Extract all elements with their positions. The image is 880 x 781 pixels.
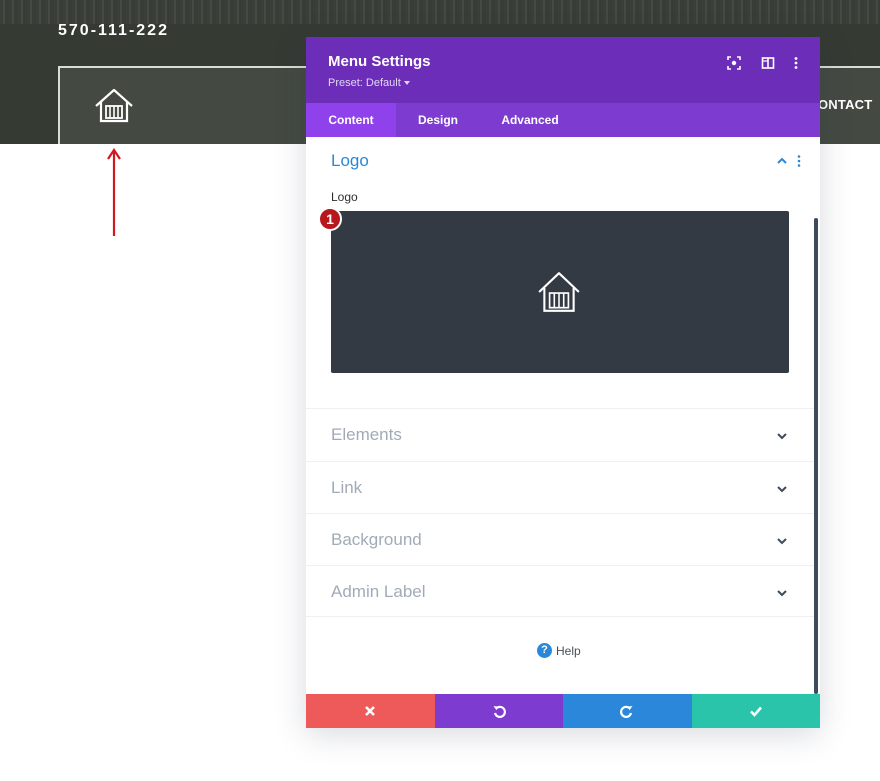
help-label: Help: [556, 644, 581, 658]
chevron-up-icon[interactable]: [776, 156, 788, 166]
toggle-label: Admin Label: [331, 582, 426, 601]
help-icon: ?: [537, 643, 552, 658]
save-button[interactable]: [691, 694, 820, 728]
menu-settings-modal: Menu Settings Preset: Default Content De…: [306, 37, 820, 728]
modal-header: Menu Settings Preset: Default: [306, 37, 820, 103]
checkmark-icon: [749, 706, 762, 717]
tab-advanced[interactable]: Advanced: [492, 103, 568, 137]
toggle-link[interactable]: Link: [306, 461, 814, 513]
cancel-button[interactable]: [306, 694, 435, 728]
modal-footer: [306, 694, 820, 728]
toggle-label: Elements: [331, 425, 402, 444]
section-title-logo[interactable]: Logo: [331, 151, 369, 171]
chevron-down-icon: [777, 486, 787, 493]
close-icon: [365, 706, 375, 716]
tab-content[interactable]: Content: [306, 103, 396, 137]
section-options-icon[interactable]: [796, 154, 802, 168]
scrollbar[interactable]: [814, 218, 818, 694]
toggle-background[interactable]: Background: [306, 513, 814, 565]
redo-button[interactable]: [563, 694, 692, 728]
toggle-admin-label[interactable]: Admin Label: [306, 565, 814, 617]
undo-button[interactable]: [434, 694, 563, 728]
site-texture-strip: [0, 0, 880, 24]
step-badge: 1: [318, 207, 342, 231]
undo-icon: [493, 705, 506, 718]
house-logo-icon: [95, 88, 133, 123]
redo-icon: [620, 705, 633, 718]
nav-item-contact[interactable]: ONTACT: [818, 97, 872, 112]
chevron-down-icon: [777, 433, 787, 440]
toggle-label: Background: [331, 530, 422, 549]
toggle-elements[interactable]: Elements: [306, 408, 814, 460]
fullscreen-icon[interactable]: [726, 55, 742, 71]
caret-down-icon: [403, 81, 410, 86]
logo-field-label: Logo: [331, 190, 358, 204]
preset-label: Preset: Default: [328, 77, 401, 89]
more-options-icon[interactable]: [788, 55, 804, 71]
arrow-up-annotation-icon: [107, 148, 121, 236]
chevron-down-icon: [777, 590, 787, 597]
settings-tabs: Content Design Advanced: [306, 103, 820, 137]
preset-selector[interactable]: Preset: Default: [328, 77, 410, 89]
split-view-icon[interactable]: [760, 55, 776, 71]
modal-title: Menu Settings: [328, 53, 431, 70]
phone-number: 570-111-222: [58, 22, 169, 39]
toggle-label: Link: [331, 478, 363, 497]
chevron-down-icon: [777, 538, 787, 545]
tab-design[interactable]: Design: [406, 103, 470, 137]
house-logo-icon: [538, 272, 580, 312]
logo-upload-preview[interactable]: [331, 211, 789, 373]
